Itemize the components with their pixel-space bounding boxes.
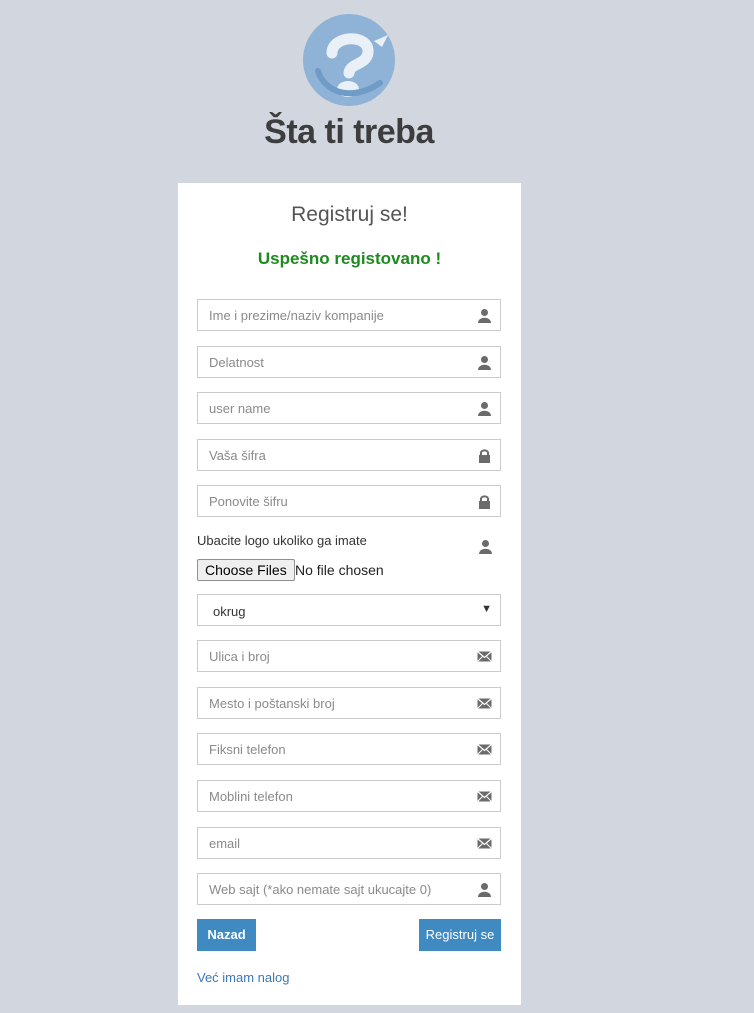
user-icon xyxy=(478,402,491,416)
company-name-field[interactable] xyxy=(197,299,501,331)
envelope-icon xyxy=(477,698,492,709)
district-select-value: okrug xyxy=(213,604,246,619)
activity-field[interactable] xyxy=(197,346,501,378)
street-field[interactable] xyxy=(197,640,501,672)
district-select[interactable]: okrug ▼ xyxy=(197,594,501,626)
lock-icon xyxy=(479,495,490,509)
mobile-field[interactable] xyxy=(197,780,501,812)
mobile-input[interactable] xyxy=(198,781,469,811)
username-input[interactable] xyxy=(198,393,469,423)
website-input[interactable] xyxy=(198,874,469,904)
city-postal-field[interactable] xyxy=(197,687,501,719)
site-title: Šta ti treba xyxy=(264,113,434,151)
repeat-password-input[interactable] xyxy=(198,486,469,516)
landline-input[interactable] xyxy=(198,734,469,764)
register-button[interactable]: Registruj se xyxy=(419,919,501,951)
city-postal-input[interactable] xyxy=(198,688,469,718)
envelope-icon xyxy=(477,651,492,662)
envelope-icon xyxy=(477,744,492,755)
caret-down-icon: ▼ xyxy=(481,603,492,615)
landline-field[interactable] xyxy=(197,733,501,765)
choose-files-button[interactable]: Choose Files xyxy=(197,559,295,581)
repeat-password-field[interactable] xyxy=(197,485,501,517)
envelope-icon xyxy=(477,838,492,849)
username-field[interactable] xyxy=(197,392,501,424)
user-icon xyxy=(478,356,491,370)
form-title: Registruj se! xyxy=(291,203,408,226)
logo-upload-label: Ubacite logo ukoliko ga imate xyxy=(197,533,367,548)
user-icon xyxy=(479,540,492,554)
back-button[interactable]: Nazad xyxy=(197,919,256,951)
site-logo xyxy=(303,14,395,106)
envelope-icon xyxy=(477,791,492,802)
registration-card: Registruj se! Uspešno registovano ! Ubac… xyxy=(178,183,521,1005)
password-input[interactable] xyxy=(198,440,469,470)
lock-icon xyxy=(479,449,490,463)
activity-input[interactable] xyxy=(198,347,469,377)
file-status-text: No file chosen xyxy=(295,562,384,578)
website-field[interactable] xyxy=(197,873,501,905)
email-field[interactable] xyxy=(197,827,501,859)
user-icon xyxy=(478,309,491,323)
street-input[interactable] xyxy=(198,641,469,671)
password-field[interactable] xyxy=(197,439,501,471)
already-have-account-link[interactable]: Već imam nalog xyxy=(197,970,290,985)
user-icon xyxy=(478,883,491,897)
email-input[interactable] xyxy=(198,828,469,858)
success-message: Uspešno registovano ! xyxy=(257,249,442,268)
company-name-input[interactable] xyxy=(198,300,469,330)
